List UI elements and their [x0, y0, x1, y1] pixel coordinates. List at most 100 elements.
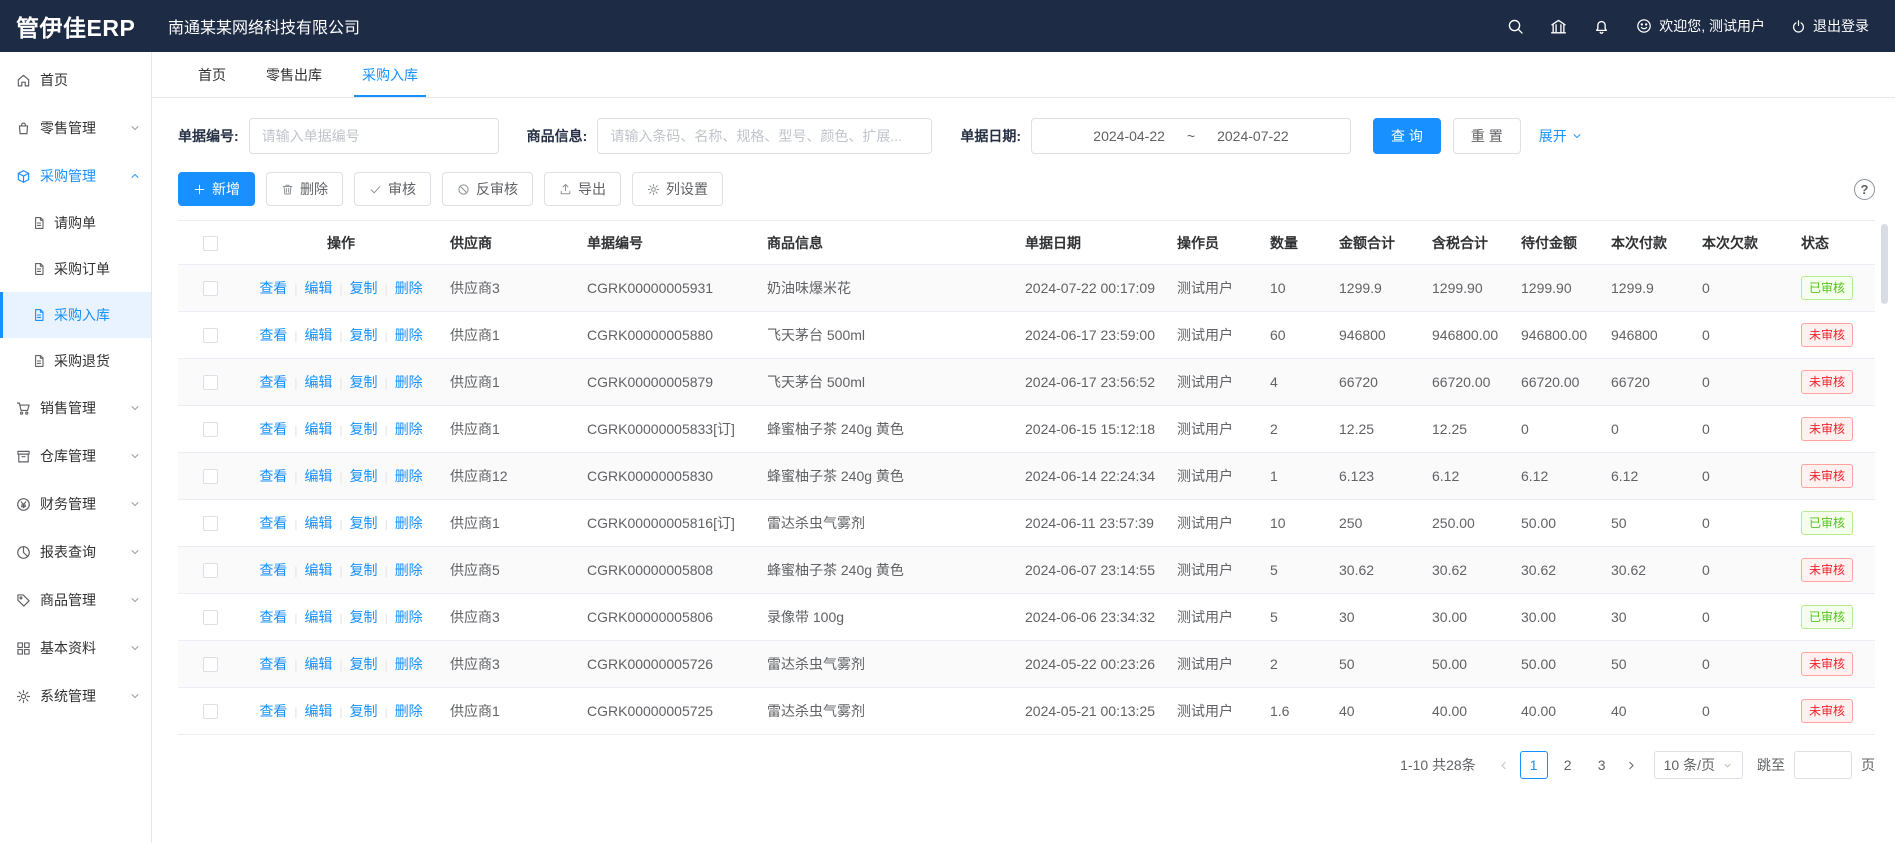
sidebar-item-finance[interactable]: 财务管理 — [0, 480, 151, 528]
sidebar-item-basic[interactable]: 基本资料 — [0, 624, 151, 672]
delete-button[interactable]: 删除 — [266, 172, 343, 206]
row-action-delete[interactable]: 删除 — [378, 515, 423, 531]
date-from-value[interactable]: 2024-04-22 — [1093, 128, 1165, 144]
row-action-view[interactable]: 查看 — [259, 609, 287, 625]
sidebar-item-retail[interactable]: 零售管理 — [0, 104, 151, 152]
reset-button[interactable]: 重 置 — [1453, 118, 1521, 154]
row-action-view[interactable]: 查看 — [259, 656, 287, 672]
row-checkbox[interactable] — [203, 516, 218, 531]
row-action-edit[interactable]: 编辑 — [287, 609, 332, 625]
sidebar-item-sales[interactable]: 销售管理 — [0, 384, 151, 432]
row-action-view[interactable]: 查看 — [259, 327, 287, 343]
row-action-copy[interactable]: 复制 — [332, 656, 377, 672]
row-action-view[interactable]: 查看 — [259, 515, 287, 531]
row-action-view[interactable]: 查看 — [259, 280, 287, 296]
select-all-checkbox[interactable] — [203, 236, 218, 251]
row-action-edit[interactable]: 编辑 — [287, 327, 332, 343]
search-icon[interactable] — [1507, 18, 1524, 35]
prev-page-button[interactable] — [1490, 751, 1518, 779]
tab-home[interactable]: 首页 — [178, 52, 246, 97]
add-button[interactable]: 新增 — [178, 172, 255, 206]
sidebar-subitem-purchase-return[interactable]: 采购退货 — [0, 338, 151, 384]
row-action-copy[interactable]: 复制 — [332, 562, 377, 578]
row-checkbox[interactable] — [203, 375, 218, 390]
row-actions: 查看编辑复制删除 — [242, 453, 440, 500]
expand-toggle[interactable]: 展开 — [1539, 126, 1583, 146]
row-action-copy[interactable]: 复制 — [332, 280, 377, 296]
sidebar-subitem-purchase-order[interactable]: 采购订单 — [0, 246, 151, 292]
page-number-1[interactable]: 1 — [1520, 751, 1548, 779]
cell-payable: 40.00 — [1511, 688, 1601, 735]
sidebar-subitem-purchase-request[interactable]: 请购单 — [0, 200, 151, 246]
bill-no-input[interactable] — [249, 118, 499, 154]
row-action-delete[interactable]: 删除 — [378, 327, 423, 343]
row-action-edit[interactable]: 编辑 — [287, 280, 332, 296]
row-action-delete[interactable]: 删除 — [378, 703, 423, 719]
sidebar-item-warehouse[interactable]: 仓库管理 — [0, 432, 151, 480]
row-action-delete[interactable]: 删除 — [378, 609, 423, 625]
row-action-edit[interactable]: 编辑 — [287, 374, 332, 390]
sidebar-item-goods[interactable]: 商品管理 — [0, 576, 151, 624]
row-action-copy[interactable]: 复制 — [332, 609, 377, 625]
row-action-delete[interactable]: 删除 — [378, 374, 423, 390]
row-checkbox[interactable] — [203, 657, 218, 672]
search-button[interactable]: 查 询 — [1373, 118, 1441, 154]
tab-retail-outbound[interactable]: 零售出库 — [246, 52, 342, 97]
export-button[interactable]: 导出 — [544, 172, 621, 206]
row-checkbox[interactable] — [203, 610, 218, 625]
welcome-user[interactable]: 欢迎您, 测试用户 — [1636, 16, 1765, 36]
sidebar-item-system[interactable]: 系统管理 — [0, 672, 151, 720]
tab-purchase-inbound[interactable]: 采购入库 — [342, 52, 438, 97]
unaudit-button[interactable]: 反审核 — [442, 172, 533, 206]
row-action-edit[interactable]: 编辑 — [287, 562, 332, 578]
bank-icon[interactable] — [1550, 18, 1567, 35]
row-action-copy[interactable]: 复制 — [332, 421, 377, 437]
row-action-copy[interactable]: 复制 — [332, 703, 377, 719]
page-number-2[interactable]: 2 — [1554, 751, 1582, 779]
row-action-edit[interactable]: 编辑 — [287, 515, 332, 531]
row-action-view[interactable]: 查看 — [259, 468, 287, 484]
row-action-view[interactable]: 查看 — [259, 703, 287, 719]
row-action-view[interactable]: 查看 — [259, 374, 287, 390]
next-page-button[interactable] — [1618, 751, 1646, 779]
row-action-delete[interactable]: 删除 — [378, 656, 423, 672]
row-action-copy[interactable]: 复制 — [332, 327, 377, 343]
status-badge: 未审核 — [1801, 370, 1853, 394]
audit-button[interactable]: 审核 — [354, 172, 431, 206]
row-action-edit[interactable]: 编辑 — [287, 656, 332, 672]
jump-page-input[interactable] — [1794, 751, 1852, 779]
row-action-edit[interactable]: 编辑 — [287, 468, 332, 484]
product-info-input[interactable] — [597, 118, 932, 154]
row-checkbox[interactable] — [203, 469, 218, 484]
row-action-copy[interactable]: 复制 — [332, 468, 377, 484]
logout-button[interactable]: 退出登录 — [1791, 16, 1869, 36]
row-action-view[interactable]: 查看 — [259, 421, 287, 437]
row-action-delete[interactable]: 删除 — [378, 280, 423, 296]
help-icon[interactable]: ? — [1854, 179, 1875, 200]
row-checkbox[interactable] — [203, 704, 218, 719]
row-action-copy[interactable]: 复制 — [332, 374, 377, 390]
column-settings-button[interactable]: 列设置 — [632, 172, 723, 206]
table-scrollbar[interactable] — [1881, 224, 1888, 304]
row-action-delete[interactable]: 删除 — [378, 421, 423, 437]
row-action-copy[interactable]: 复制 — [332, 515, 377, 531]
date-range-picker[interactable]: 2024-04-22 ~ 2024-07-22 — [1031, 118, 1351, 154]
row-action-edit[interactable]: 编辑 — [287, 703, 332, 719]
row-action-delete[interactable]: 删除 — [378, 468, 423, 484]
sidebar-item-home[interactable]: 首页 — [0, 56, 151, 104]
page-size-select[interactable]: 10 条/页 — [1654, 751, 1743, 779]
row-action-delete[interactable]: 删除 — [378, 562, 423, 578]
cell-status: 已审核 — [1791, 594, 1875, 641]
bell-icon[interactable] — [1593, 18, 1610, 35]
row-checkbox[interactable] — [203, 281, 218, 296]
sidebar-item-purchase[interactable]: 采购管理 — [0, 152, 151, 200]
row-checkbox[interactable] — [203, 422, 218, 437]
row-action-edit[interactable]: 编辑 — [287, 421, 332, 437]
sidebar-item-report[interactable]: 报表查询 — [0, 528, 151, 576]
page-number-3[interactable]: 3 — [1588, 751, 1616, 779]
sidebar-subitem-purchase-inbound[interactable]: 采购入库 — [0, 292, 151, 338]
date-to-value[interactable]: 2024-07-22 — [1217, 128, 1289, 144]
row-action-view[interactable]: 查看 — [259, 562, 287, 578]
row-checkbox[interactable] — [203, 328, 218, 343]
row-checkbox[interactable] — [203, 563, 218, 578]
